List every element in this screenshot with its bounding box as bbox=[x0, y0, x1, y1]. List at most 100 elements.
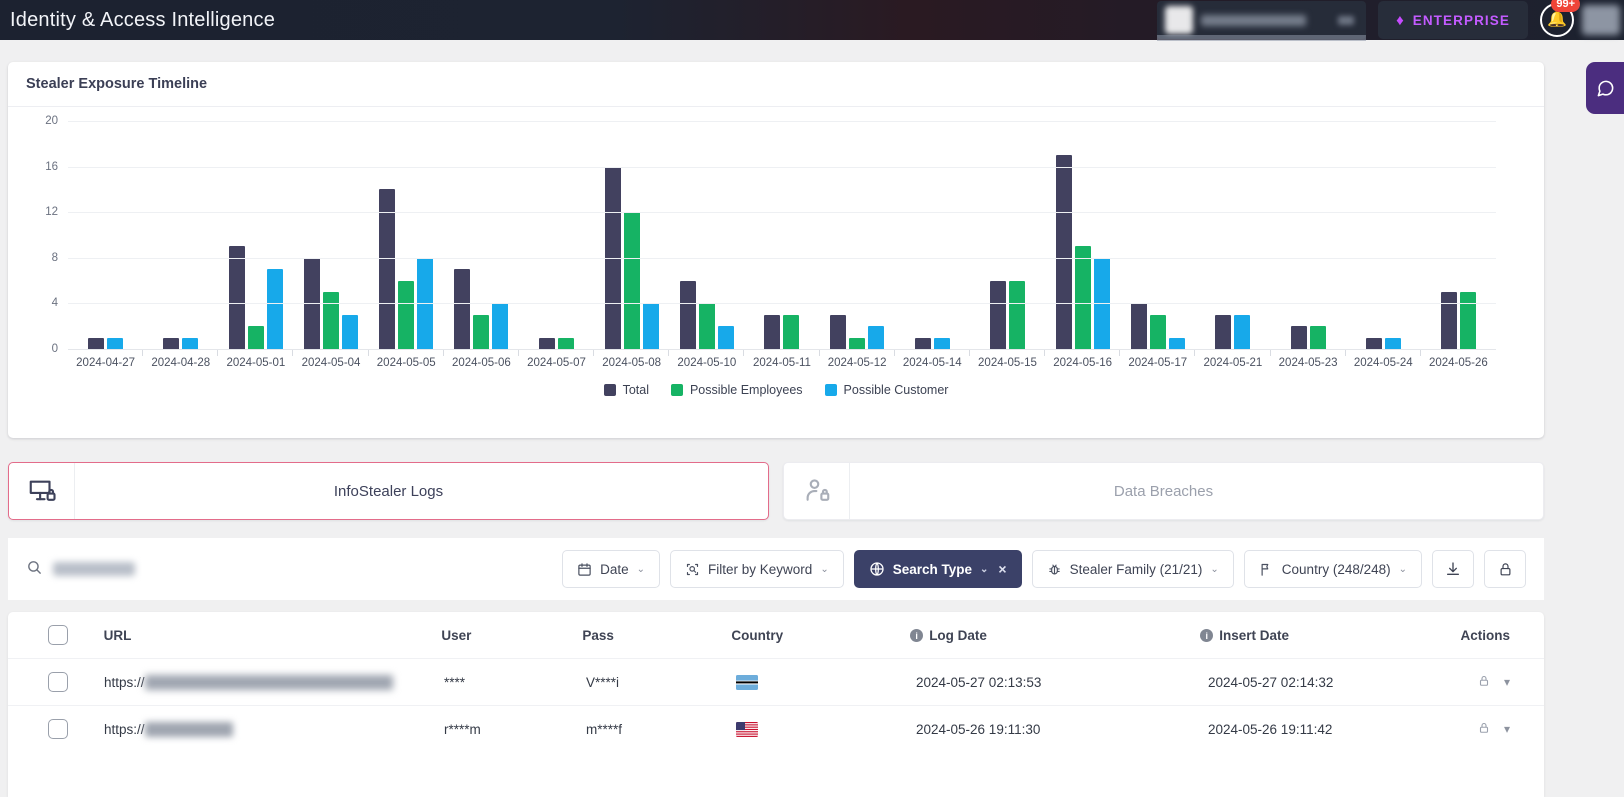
table-row[interactable]: https:// r****m m****f 2024-05-26 19:11:… bbox=[8, 705, 1544, 752]
chart-bar-group[interactable] bbox=[893, 121, 970, 356]
chart-bar[interactable] bbox=[1290, 326, 1307, 349]
chart-bar[interactable] bbox=[473, 314, 490, 349]
chart-bar[interactable] bbox=[1130, 303, 1147, 349]
chart-bar[interactable] bbox=[379, 189, 396, 349]
chart-bar[interactable] bbox=[933, 337, 950, 349]
chart-bar[interactable] bbox=[868, 326, 885, 349]
lock-button[interactable] bbox=[1484, 550, 1526, 588]
table-row[interactable]: https:// **** V****i 2024-05-27 02:13:53… bbox=[8, 658, 1544, 705]
chart-bar[interactable] bbox=[266, 269, 283, 349]
chart-bar-group[interactable] bbox=[442, 121, 519, 356]
chart-legend-item[interactable]: Total bbox=[603, 383, 649, 397]
search-input[interactable] bbox=[26, 559, 326, 580]
chart-bar[interactable] bbox=[1384, 337, 1401, 349]
chart-bar[interactable] bbox=[182, 337, 199, 349]
download-button[interactable] bbox=[1432, 550, 1474, 588]
chart-bar-group[interactable] bbox=[68, 121, 143, 349]
support-chat-tab[interactable] bbox=[1586, 62, 1624, 114]
chart-bar[interactable] bbox=[1440, 292, 1457, 349]
chart-bar[interactable] bbox=[88, 337, 105, 349]
chart-bar[interactable] bbox=[914, 337, 931, 349]
chart-bar[interactable] bbox=[1008, 280, 1025, 349]
chart-x-tick-label: 2024-04-28 bbox=[151, 357, 211, 369]
column-header-country[interactable]: Country bbox=[731, 628, 910, 643]
chart-bar[interactable] bbox=[989, 280, 1006, 349]
country-filter-button[interactable]: Country (248/248) ⌄ bbox=[1243, 550, 1422, 588]
chart-bar[interactable] bbox=[1309, 326, 1326, 349]
chart-bar[interactable] bbox=[247, 326, 264, 349]
column-header-url[interactable]: URL bbox=[104, 628, 442, 643]
chart-bar-group[interactable] bbox=[517, 121, 594, 356]
chart-legend-item[interactable]: Possible Employees bbox=[670, 383, 803, 397]
chart-bar[interactable] bbox=[228, 246, 245, 349]
chart-bar[interactable] bbox=[107, 337, 124, 349]
keyword-filter-button[interactable]: Filter by Keyword ⌄ bbox=[670, 550, 844, 588]
chart-bar[interactable] bbox=[642, 303, 659, 349]
chart-bar[interactable] bbox=[698, 303, 715, 349]
chart-bar-group[interactable] bbox=[1119, 121, 1195, 356]
chart-bar[interactable] bbox=[342, 314, 359, 349]
account-menu-redacted[interactable] bbox=[1582, 5, 1620, 35]
clear-search-type-icon[interactable]: × bbox=[998, 561, 1006, 577]
chart-bar[interactable] bbox=[454, 269, 471, 349]
chart-bar[interactable] bbox=[1149, 314, 1166, 349]
select-all-checkbox[interactable] bbox=[48, 625, 104, 645]
chart-bar-group[interactable] bbox=[1044, 121, 1120, 356]
chart-bar-group[interactable] bbox=[292, 121, 368, 356]
user-profile-menu[interactable] bbox=[1157, 1, 1367, 41]
chart-bar[interactable] bbox=[764, 314, 781, 349]
chart-bar[interactable] bbox=[323, 292, 340, 349]
chart-bar-group[interactable] bbox=[1269, 121, 1346, 356]
chart-bar[interactable] bbox=[539, 337, 556, 349]
row-expand-chevron-icon[interactable]: ▾ bbox=[1504, 675, 1510, 689]
chart-bar-group[interactable] bbox=[1344, 121, 1421, 356]
column-header-pass[interactable]: Pass bbox=[582, 628, 731, 643]
chart-bar-group[interactable] bbox=[593, 121, 669, 356]
chart-bar[interactable] bbox=[1168, 337, 1185, 349]
chart-bar-group[interactable] bbox=[668, 121, 744, 356]
chart-bar[interactable] bbox=[623, 212, 640, 349]
globe-icon bbox=[870, 562, 884, 576]
notifications-button[interactable]: 🔔 99+ bbox=[1534, 0, 1580, 40]
chart-legend-item[interactable]: Possible Customer bbox=[824, 383, 948, 397]
chart-bar[interactable] bbox=[1215, 314, 1232, 349]
chart-bar-group[interactable] bbox=[142, 121, 218, 356]
chart-bar[interactable] bbox=[1055, 155, 1072, 349]
chart-bar[interactable] bbox=[679, 280, 696, 349]
search-type-filter-button[interactable]: Search Type ⌄ × bbox=[853, 550, 1022, 588]
chart-bar-group[interactable] bbox=[743, 121, 819, 356]
cell-actions: ▾ bbox=[1470, 675, 1544, 690]
row-checkbox[interactable] bbox=[48, 719, 104, 739]
row-lock-icon[interactable] bbox=[1478, 722, 1490, 737]
tab-data-breaches[interactable]: Data Breaches bbox=[783, 462, 1544, 520]
chart-bar[interactable] bbox=[1365, 337, 1382, 349]
row-checkbox[interactable] bbox=[48, 672, 104, 692]
chart-bar[interactable] bbox=[717, 326, 734, 349]
chart-bar[interactable] bbox=[1234, 314, 1251, 349]
chart-bar-group[interactable] bbox=[968, 121, 1045, 356]
chart-bar[interactable] bbox=[163, 337, 180, 349]
column-header-user[interactable]: User bbox=[441, 628, 582, 643]
column-header-log-date[interactable]: i Log Date bbox=[910, 628, 1200, 643]
chart-bar[interactable] bbox=[849, 337, 866, 349]
chart-bar-group[interactable] bbox=[217, 121, 293, 356]
chart-bar-group[interactable] bbox=[1419, 121, 1496, 356]
chart-bar[interactable] bbox=[558, 337, 575, 349]
chart-bar-group[interactable] bbox=[1194, 121, 1270, 356]
chart-bar[interactable] bbox=[492, 303, 509, 349]
row-expand-chevron-icon[interactable]: ▾ bbox=[1504, 722, 1510, 736]
tab-infostealer-logs[interactable]: InfoStealer Logs bbox=[8, 462, 769, 520]
column-header-actions: Actions bbox=[1460, 627, 1510, 643]
chart-bar[interactable] bbox=[783, 314, 800, 349]
date-filter-button[interactable]: Date ⌄ bbox=[562, 550, 661, 588]
chart-bar[interactable] bbox=[1459, 292, 1476, 349]
enterprise-plan-badge[interactable]: ♦ ENTERPRISE bbox=[1378, 1, 1528, 39]
chart-bar[interactable] bbox=[398, 280, 415, 349]
chart-bar-group[interactable] bbox=[818, 121, 895, 356]
column-header-insert-date[interactable]: i Insert Date bbox=[1200, 628, 1460, 643]
chart-bar[interactable] bbox=[830, 314, 847, 349]
chart-bar-group[interactable] bbox=[367, 121, 444, 356]
chart-bar[interactable] bbox=[1074, 246, 1091, 349]
row-lock-icon[interactable] bbox=[1478, 675, 1490, 690]
stealer-family-filter-button[interactable]: Stealer Family (21/21) ⌄ bbox=[1031, 550, 1234, 588]
